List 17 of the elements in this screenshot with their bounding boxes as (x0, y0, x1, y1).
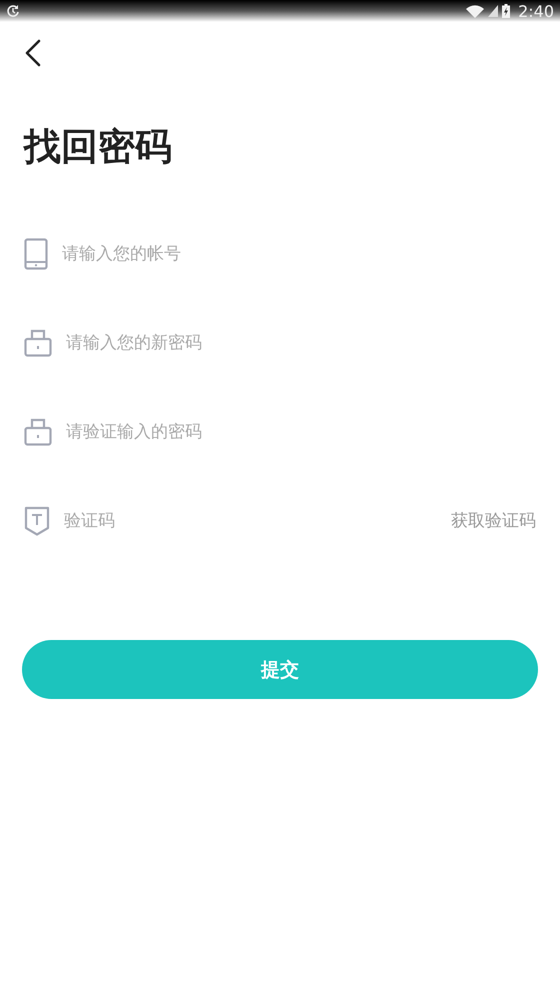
clock-time: 2:40 (518, 2, 554, 20)
input-field[interactable]: 请输入您的帐号 (62, 238, 536, 268)
battery-icon (502, 4, 510, 18)
back-icon[interactable] (24, 39, 42, 67)
shield-icon (24, 506, 50, 536)
lock-icon (24, 328, 52, 357)
page-title: 找回密码 (24, 124, 173, 170)
input-field[interactable]: 请验证输入的密码 (66, 416, 536, 446)
input-field[interactable]: 验证码 (64, 506, 451, 536)
signal-icon (488, 5, 498, 17)
phone-icon (24, 238, 48, 270)
wifi-icon (466, 4, 484, 18)
submit-button[interactable]: 提交 (22, 640, 538, 699)
sync-icon (6, 4, 20, 18)
input-field[interactable]: 请输入您的新密码 (66, 328, 536, 358)
get-code-button[interactable]: 获取验证码 (451, 509, 536, 532)
lock-icon (24, 417, 52, 446)
